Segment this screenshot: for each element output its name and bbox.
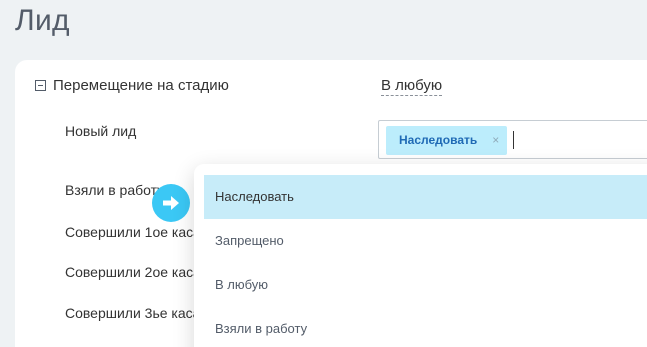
stage-dropdown-menu: Наследовать Запрещено В любую Взяли в ра… — [194, 164, 647, 347]
tag-selector-input[interactable]: Наследовать × — [378, 120, 647, 159]
text-caret — [513, 131, 514, 149]
stage-selector-link[interactable]: В любую — [381, 77, 443, 96]
dropdown-item-forbidden[interactable]: Запрещено — [204, 219, 647, 263]
arrow-right-button[interactable] — [152, 184, 190, 222]
dropdown-item-inherit[interactable]: Наследовать — [204, 175, 647, 219]
selected-tag-label: Наследовать — [399, 133, 478, 147]
row-label-in-progress: Взяли в работу — [65, 182, 165, 198]
row-label-new-lead: Новый лид — [65, 123, 137, 139]
tag-remove-icon[interactable]: × — [492, 126, 499, 155]
selected-tag: Наследовать × — [386, 126, 508, 155]
arrow-right-icon — [163, 196, 179, 210]
collapse-minus-icon[interactable] — [35, 80, 46, 91]
dropdown-item-any[interactable]: В любую — [204, 263, 647, 307]
section-label: Перемещение на стадию — [53, 77, 229, 94]
dropdown-item-in-progress[interactable]: Взяли в работу — [204, 307, 647, 347]
page-title: Лид — [15, 4, 70, 37]
